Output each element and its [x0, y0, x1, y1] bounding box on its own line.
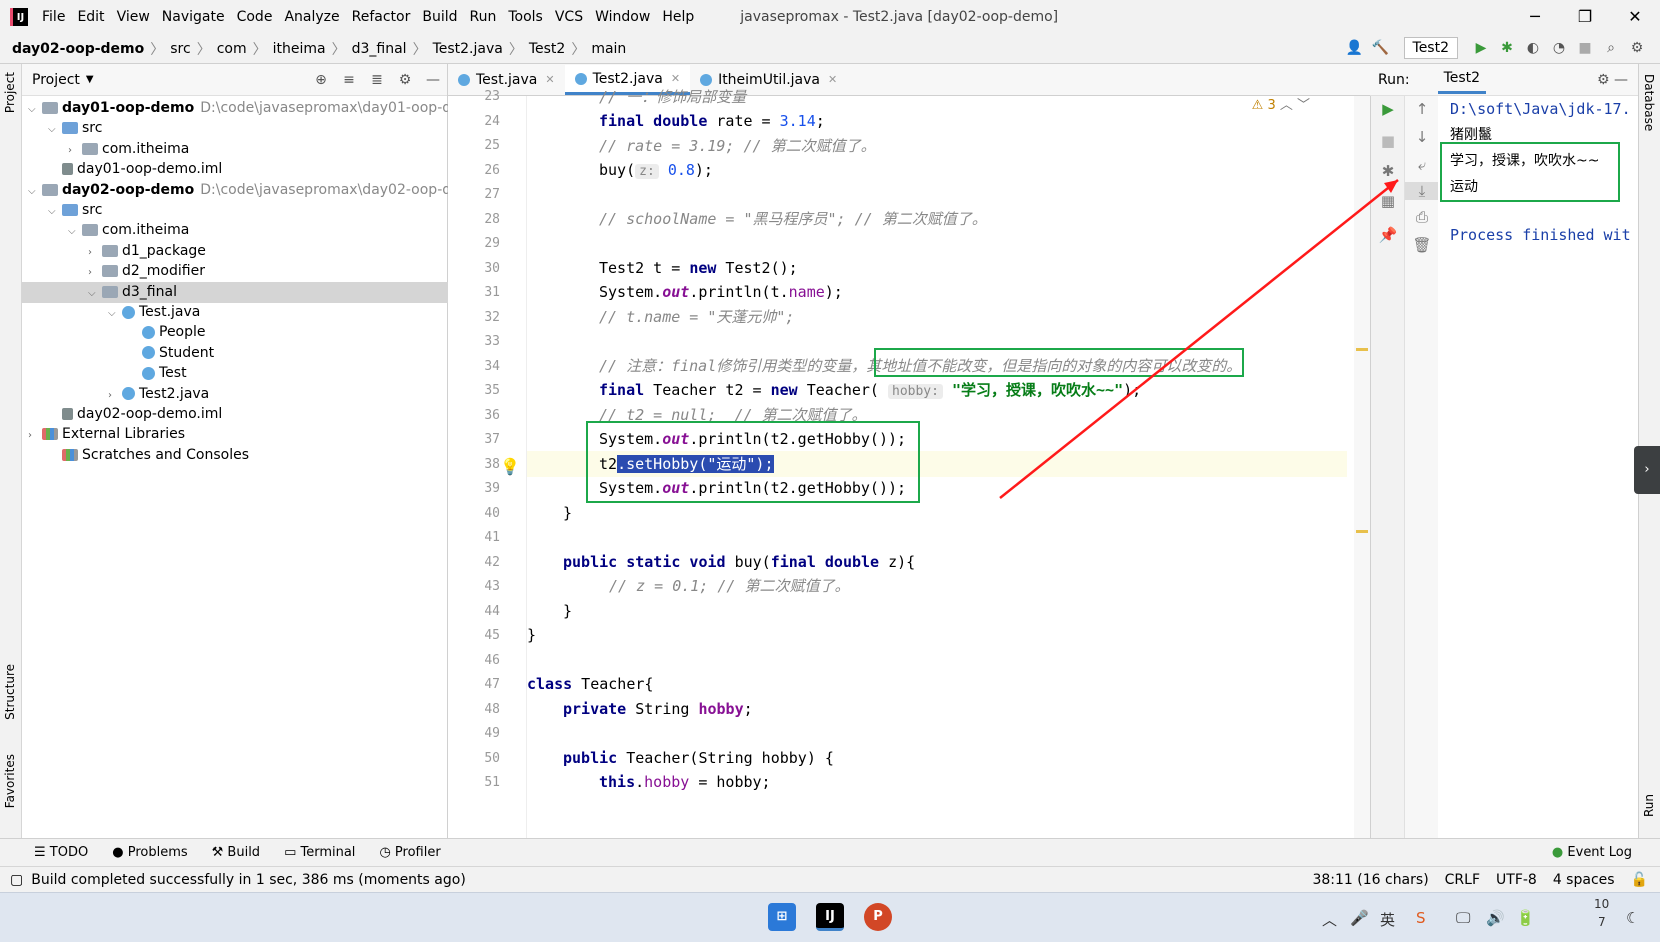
tool-label: TODO [49, 845, 89, 860]
clock-top[interactable]: 10 [1594, 897, 1609, 911]
bottom-tool-bar: ☰ TODO ● Problems ⚒ Build ▭ Terminal ◷ P… [0, 838, 1660, 866]
tool-label: Build [227, 845, 261, 860]
lock-icon[interactable]: 🔓 [1631, 872, 1648, 888]
terminal-tool-button[interactable]: ▭ Terminal [284, 845, 355, 860]
tool-label: Problems [127, 845, 188, 860]
windows-start-icon[interactable]: ⊞ [768, 903, 796, 931]
indent-setting[interactable]: 4 spaces [1553, 872, 1615, 888]
app-tray-icon[interactable]: S [1416, 909, 1426, 927]
tool-label: Profiler [394, 845, 441, 860]
arrow-line [999, 179, 1399, 499]
volume-icon[interactable]: 🔊 [1486, 909, 1505, 927]
status-icon: ▢ [10, 871, 24, 888]
microphone-icon[interactable]: 🎤 [1350, 909, 1369, 927]
todo-tool-button[interactable]: ☰ TODO [34, 845, 88, 860]
file-encoding[interactable]: UTF-8 [1496, 872, 1537, 888]
chevron-up-icon[interactable]: ︿ [1322, 909, 1337, 930]
moon-icon[interactable]: ☾ [1626, 909, 1639, 927]
event-log-button[interactable]: ● Event Log [1552, 845, 1632, 860]
status-message[interactable]: Build completed successfully in 1 sec, 3… [31, 872, 466, 888]
line-separator[interactable]: CRLF [1445, 872, 1480, 888]
annotation-arrow [999, 179, 1399, 499]
os-taskbar: ⊞ IJ P ︿ 🎤 英 S 🖵 🔊 🔋 10 7 ☾ [0, 892, 1660, 942]
caret-position[interactable]: 38:11 (16 chars) [1312, 872, 1428, 888]
tool-label: Event Log [1567, 845, 1632, 860]
problems-tool-button[interactable]: ● Problems [112, 845, 187, 860]
intellij-taskbar-icon[interactable]: IJ [816, 903, 844, 931]
build-tool-button[interactable]: ⚒ Build [212, 845, 260, 860]
profiler-tool-button[interactable]: ◷ Profiler [379, 845, 440, 860]
input-method-icon[interactable]: 英 [1380, 909, 1395, 930]
status-bar: ▢ Build completed successfully in 1 sec,… [0, 866, 1660, 892]
battery-icon[interactable]: 🔋 [1516, 909, 1535, 927]
event-log-icon: ● [1551, 845, 1564, 860]
clock-bottom[interactable]: 7 [1598, 915, 1606, 929]
powerpoint-taskbar-icon[interactable]: P [864, 903, 892, 931]
display-icon[interactable]: 🖵 [1456, 909, 1470, 927]
tool-label: Terminal [300, 845, 356, 860]
